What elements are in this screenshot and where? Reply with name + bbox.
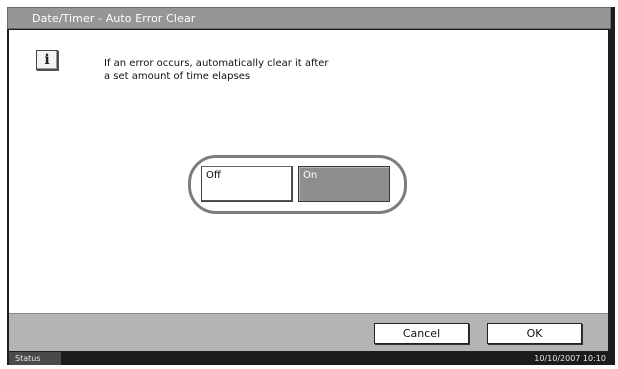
off-button[interactable]: Off	[201, 166, 293, 202]
clock-display: 10/10/2007 10:10	[534, 354, 606, 363]
status-bar	[9, 352, 608, 365]
message-line-1: If an error occurs, automatically clear …	[104, 58, 329, 69]
message-line-2: a set amount of time elapses	[104, 71, 251, 82]
scroll-edge	[608, 30, 615, 54]
cancel-button[interactable]: Cancel	[374, 323, 469, 344]
ok-button[interactable]: OK	[487, 323, 582, 344]
page-title: Date/Timer - Auto Error Clear	[32, 12, 196, 25]
status-button[interactable]: Status	[9, 352, 61, 365]
title-bar: Date/Timer - Auto Error Clear	[7, 7, 611, 29]
info-icon: i	[36, 50, 58, 70]
on-button[interactable]: On	[298, 166, 390, 202]
